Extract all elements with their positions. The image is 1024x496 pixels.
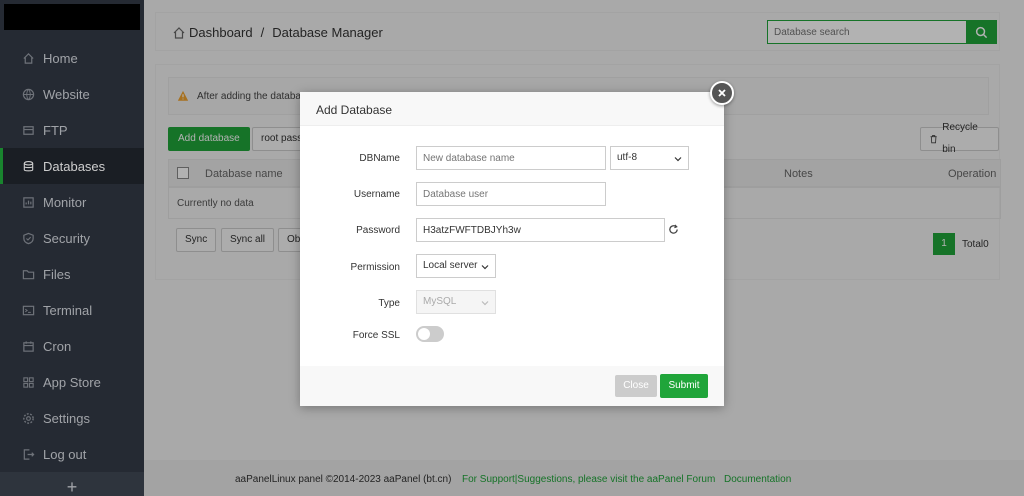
dialog-footer: Close Submit <box>300 366 724 406</box>
chevron-down-icon <box>481 265 489 270</box>
dialog-close-button[interactable] <box>710 81 734 105</box>
type-select: MySQL <box>416 290 496 314</box>
close-icon <box>718 89 726 97</box>
force-ssl-label: Force SSL <box>352 330 400 341</box>
type-label: Type <box>378 298 400 309</box>
chevron-down-icon <box>674 157 682 162</box>
dialog-title: Add Database <box>300 92 724 126</box>
permission-select[interactable]: Local server <box>416 254 496 278</box>
username-label: Username <box>353 189 400 200</box>
modal-backdrop-sidebar <box>0 0 144 496</box>
password-label: Password <box>356 225 400 236</box>
close-button[interactable]: Close <box>615 375 657 397</box>
dbname-label: DBName <box>359 153 400 164</box>
add-database-dialog: Add Database DBName utf-8 Username Passw… <box>300 92 724 406</box>
refresh-icon[interactable] <box>668 224 679 235</box>
permission-value: Local server <box>423 260 478 271</box>
dbname-input[interactable] <box>416 146 606 170</box>
type-value: MySQL <box>423 296 457 307</box>
submit-button[interactable]: Submit <box>660 374 708 398</box>
password-input[interactable] <box>416 218 665 242</box>
permission-label: Permission <box>350 262 400 273</box>
charset-value: utf-8 <box>617 152 638 163</box>
username-input[interactable] <box>416 182 606 206</box>
chevron-down-icon <box>481 301 489 306</box>
charset-select[interactable]: utf-8 <box>610 146 689 170</box>
force-ssl-toggle[interactable] <box>416 326 444 342</box>
